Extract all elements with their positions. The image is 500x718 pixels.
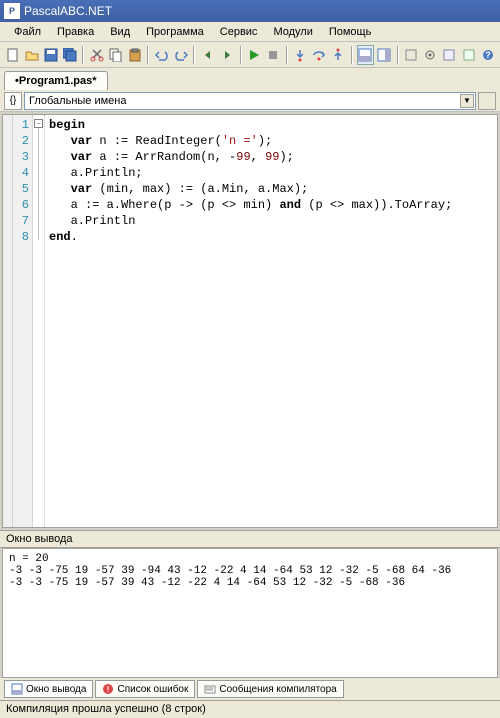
tab-compiler-label: Сообщения компилятора xyxy=(219,684,336,695)
tool-icon[interactable] xyxy=(403,45,420,65)
separator xyxy=(351,46,353,64)
fold-gutter: − xyxy=(33,115,45,527)
tool-icon[interactable] xyxy=(460,45,477,65)
code-editor[interactable]: 12345678 − begin var n := ReadInteger('n… xyxy=(2,114,498,528)
svg-text:!: ! xyxy=(107,685,110,694)
fold-minus-icon[interactable]: − xyxy=(34,119,43,128)
menu-modules[interactable]: Модули xyxy=(265,24,320,40)
nav-forward-icon[interactable] xyxy=(218,45,235,65)
tab-output[interactable]: Окно вывода xyxy=(4,680,93,698)
menubar: Файл Правка Вид Программа Сервис Модули … xyxy=(0,22,500,42)
tab-program1[interactable]: •Program1.pas* xyxy=(4,71,108,90)
tab-output-label: Окно вывода xyxy=(26,684,86,695)
scope-dropdown[interactable]: Глобальные имена ▼ xyxy=(24,92,476,110)
tab-errors-label: Список ошибок xyxy=(117,684,188,695)
tab-compiler[interactable]: Сообщения компилятора xyxy=(197,680,343,698)
separator xyxy=(147,46,149,64)
fold-line xyxy=(38,128,39,240)
bottom-tabs: Окно вывода ! Список ошибок Сообщения ко… xyxy=(0,678,500,700)
step-out-icon[interactable] xyxy=(330,45,347,65)
statusbar: Компиляция прошла успешно (8 строк) xyxy=(0,700,500,718)
cut-icon[interactable] xyxy=(88,45,105,65)
panel-2-icon[interactable] xyxy=(376,45,393,65)
error-icon: ! xyxy=(102,683,114,695)
separator xyxy=(397,46,399,64)
menu-help[interactable]: Помощь xyxy=(321,24,380,40)
menu-edit[interactable]: Правка xyxy=(49,24,102,40)
undo-icon[interactable] xyxy=(153,45,170,65)
redo-icon[interactable] xyxy=(172,45,189,65)
compiler-icon xyxy=(204,683,216,695)
menu-program[interactable]: Программа xyxy=(138,24,212,40)
toolbar: ? xyxy=(0,42,500,68)
scope-button[interactable] xyxy=(478,92,496,110)
paste-icon[interactable] xyxy=(126,45,143,65)
file-tabs: •Program1.pas* xyxy=(0,68,500,90)
nav-back-icon[interactable] xyxy=(199,45,216,65)
chevron-down-icon: ▼ xyxy=(460,94,474,108)
output-header: Окно вывода xyxy=(0,530,500,548)
output-icon xyxy=(11,683,23,695)
save-all-icon[interactable] xyxy=(61,45,78,65)
menu-file[interactable]: Файл xyxy=(6,24,49,40)
app-icon: P xyxy=(4,3,20,19)
help-icon[interactable]: ? xyxy=(479,45,496,65)
line-gutter: 12345678 xyxy=(13,115,33,527)
step-into-icon[interactable] xyxy=(292,45,309,65)
separator xyxy=(82,46,84,64)
copy-icon[interactable] xyxy=(107,45,124,65)
scope-label: Глобальные имена xyxy=(29,95,127,107)
options-icon[interactable] xyxy=(422,45,439,65)
svg-text:?: ? xyxy=(485,50,491,60)
step-over-icon[interactable] xyxy=(311,45,328,65)
menu-view[interactable]: Вид xyxy=(102,24,138,40)
separator xyxy=(240,46,242,64)
separator xyxy=(193,46,195,64)
stop-icon[interactable] xyxy=(265,45,282,65)
output-area[interactable]: n = 20 -3 -3 -75 19 -57 39 -94 43 -12 -2… xyxy=(2,548,498,678)
outline-gutter xyxy=(3,115,13,527)
titlebar: P PascalABC.NET xyxy=(0,0,500,22)
window-title: PascalABC.NET xyxy=(24,4,112,18)
new-file-icon[interactable] xyxy=(4,45,21,65)
code-content[interactable]: begin var n := ReadInteger('n ='); var a… xyxy=(45,115,497,527)
tool-icon[interactable] xyxy=(441,45,458,65)
separator xyxy=(286,46,288,64)
tab-errors[interactable]: ! Список ошибок xyxy=(95,680,195,698)
scope-bar: {} Глобальные имена ▼ xyxy=(0,90,500,112)
run-icon[interactable] xyxy=(246,45,263,65)
menu-service[interactable]: Сервис xyxy=(212,24,266,40)
scope-icon: {} xyxy=(4,92,22,110)
open-icon[interactable] xyxy=(23,45,40,65)
panel-icon[interactable] xyxy=(357,45,374,65)
save-icon[interactable] xyxy=(42,45,59,65)
